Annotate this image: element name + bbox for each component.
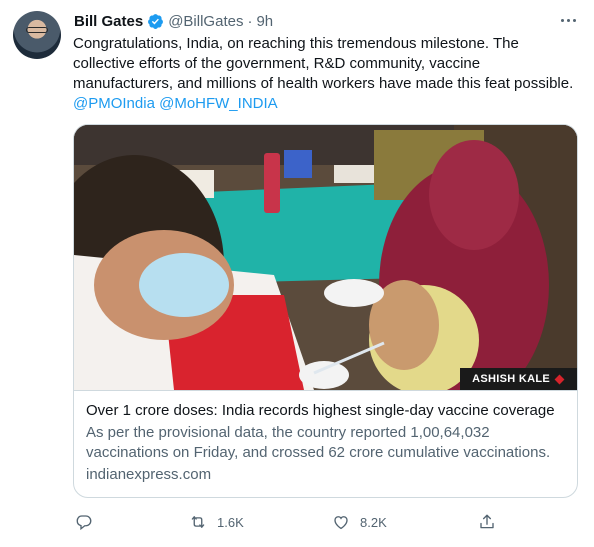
tweet-mentions: @PMOIndia @MoHFW_INDIA [73,94,583,114]
tweet-timestamp[interactable]: 9h [256,13,273,30]
like-icon [334,516,348,530]
more-options-icon[interactable] [558,12,578,28]
photo-credit: ASHISH KALE [460,368,577,390]
card-domain: indianexpress.com [86,466,212,483]
card-body[interactable]: Over 1 crore doses: India records highes… [74,390,577,485]
share-icon [480,514,494,529]
photo-credit-text: ASHISH KALE [472,373,550,385]
tweet-header: Bill Gates @BillGates · 9h [74,11,273,31]
card-description-line: vaccinations on Friday, and crossed 62 c… [86,444,551,461]
like-button[interactable]: 8.2K [332,510,387,534]
tweet-actions: 1.6K 8.2K [73,510,503,534]
retweet-count: 1.6K [217,514,244,530]
mention-mohfw-india[interactable]: @MoHFW_INDIA [159,95,278,112]
card-photo[interactable]: ASHISH KALE [74,125,577,390]
mention-pmoindia[interactable]: @PMOIndia [73,95,155,112]
retweet-button[interactable]: 1.6K [189,510,244,534]
card-description-line: As per the provisional data, the country… [86,424,490,441]
share-button[interactable] [478,510,496,534]
avatar-glasses [26,27,48,33]
author-name[interactable]: Bill Gates [74,13,143,30]
tweet-text-line: manufacturers, and millions of health wo… [73,75,574,92]
tweet-text: Congratulations, India, on reaching this… [73,34,583,114]
tweet-text-line: Congratulations, India, on reaching this… [73,35,519,52]
tweet[interactable]: Bill Gates @BillGates · 9h Congratulatio… [0,0,594,547]
like-count: 8.2K [360,514,387,530]
reply-icon [76,515,92,531]
link-card[interactable]: ASHISH KALE Over 1 crore doses: India re… [73,124,578,498]
card-description: As per the provisional data, the country… [86,423,565,463]
tweet-text-line: collective efforts of the government, R&… [73,55,481,72]
separator-dot: · [247,12,253,30]
avatar[interactable] [13,11,61,59]
vaccination-photo [74,125,577,390]
verified-badge-icon [148,13,164,29]
card-title: Over 1 crore doses: India records highes… [86,402,555,419]
reply-button[interactable] [75,510,103,534]
author-handle[interactable]: @BillGates [168,13,243,30]
photo-credit-logo-icon [554,374,565,384]
retweet-icon [191,516,205,528]
